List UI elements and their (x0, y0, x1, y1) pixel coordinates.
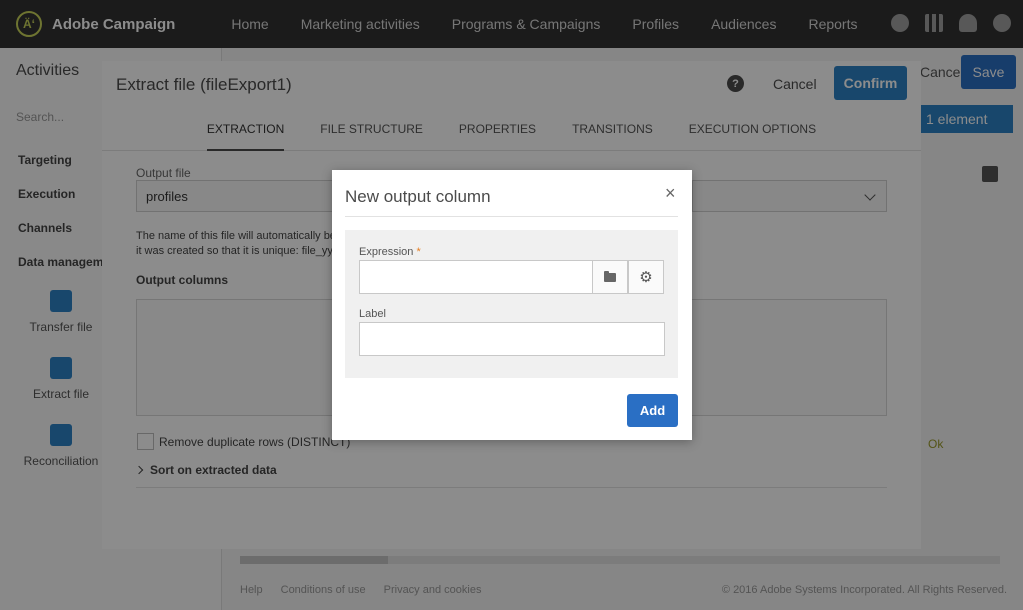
add-button[interactable]: Add (627, 394, 678, 427)
label-input[interactable] (359, 322, 665, 356)
label-field-label: Label (359, 308, 386, 320)
close-icon[interactable]: × (665, 184, 676, 202)
expression-input[interactable] (359, 260, 593, 294)
new-output-column-dialog: New output column × Expression * ⚙ Label… (332, 170, 692, 440)
gear-icon: ⚙ (639, 267, 653, 286)
expression-browse-button[interactable] (592, 260, 628, 294)
required-marker: * (416, 246, 421, 258)
divider (345, 216, 678, 217)
expression-editor-button[interactable]: ⚙ (628, 260, 664, 294)
expression-label: Expression * (359, 246, 421, 258)
folder-icon (604, 270, 616, 282)
dialog-form: Expression * ⚙ Label (345, 230, 678, 378)
dialog-title: New output column (345, 187, 491, 206)
